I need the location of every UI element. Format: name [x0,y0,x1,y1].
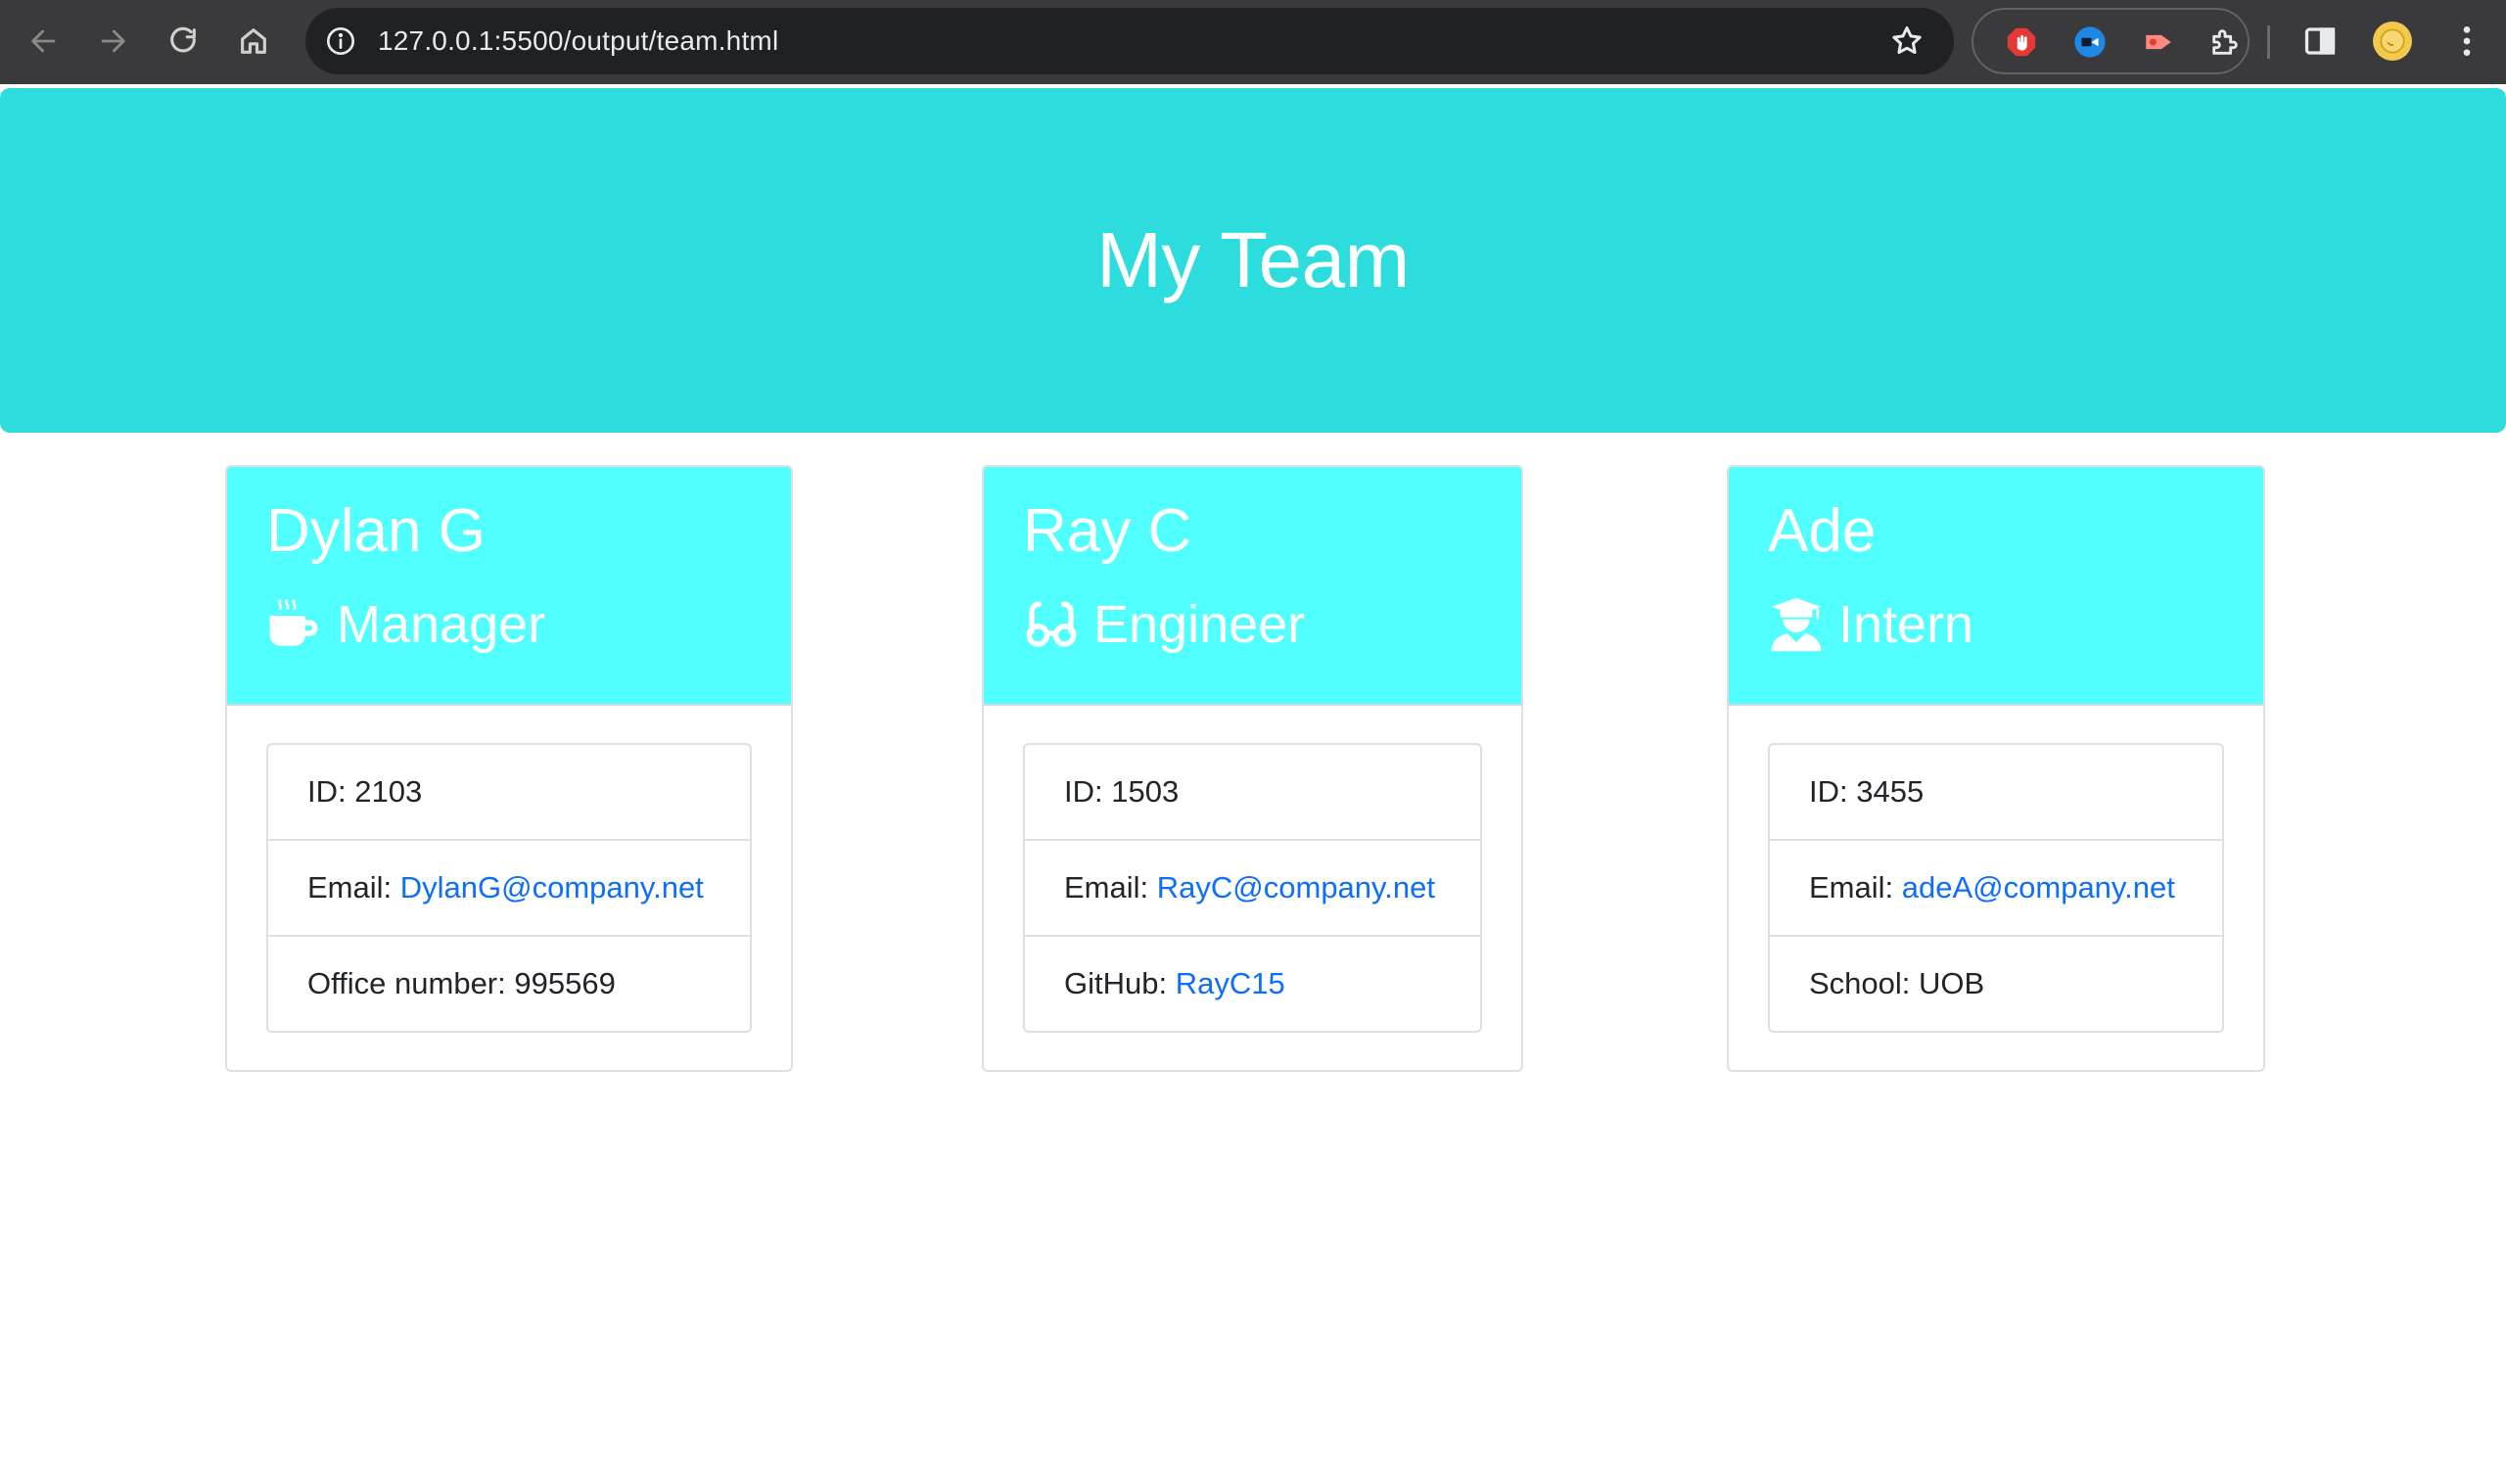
employee-name: Ade [1768,497,1877,565]
employee-card-intern: Ade Intern ID: 3455 Email: adeA@company.… [1727,465,2265,1072]
employee-role: Manager [266,590,545,659]
list-item-github: GitHub: RayC15 [1025,937,1480,1031]
employee-name: Dylan G [266,497,486,565]
reload-button[interactable] [160,18,207,65]
id-value: 3455 [1856,774,1925,809]
arrow-right-icon [101,29,125,53]
kebab-menu-icon[interactable] [2447,22,2486,61]
id-value: 2103 [354,774,423,809]
puzzle-icon[interactable] [2208,25,2242,59]
employee-name: Ray C [1023,497,1192,565]
id-label: ID: [1064,774,1103,809]
browser-toolbar: 127.0.0.1:5500/output/team.html [0,0,2506,84]
list-item-id: ID: 2103 [268,745,750,841]
id-value: 1503 [1111,774,1180,809]
id-label: ID: [307,774,347,809]
team-header: My Team [0,88,2506,433]
list-item-email: Email: adeA@company.net [1770,841,2222,937]
toolbar-divider [2267,25,2270,59]
list-item-email: Email: RayC@company.net [1025,841,1480,937]
employee-role: Intern [1768,590,1973,659]
list-item-id: ID: 1503 [1025,745,1480,841]
details-list: ID: 3455 Email: adeA@company.net School:… [1768,743,2224,1033]
school-value: UOB [1919,966,1985,1000]
extensions-group [1972,8,2250,74]
id-label: ID: [1809,774,1848,809]
home-icon [241,28,266,54]
profile-avatar[interactable] [2373,22,2412,61]
email-link[interactable]: RayC@company.net [1157,870,1435,904]
office-number-value: 995569 [514,966,616,1000]
github-link[interactable]: RayC15 [1176,966,1285,1000]
back-button[interactable] [21,18,68,65]
list-item-school: School: UOB [1770,937,2222,1031]
forward-button[interactable] [89,18,136,65]
github-label: GitHub: [1064,966,1168,1000]
list-item-email: Email: DylanG@company.net [268,841,750,937]
card-header: Ray C Engineer [984,467,1521,706]
role-label: Manager [337,595,546,654]
list-item-office-number: Office number: 995569 [268,937,750,1031]
office-number-label: Office number: [307,966,506,1000]
email-label: Email: [1809,870,1894,904]
details-list: ID: 2103 Email: DylanG@company.net Offic… [266,743,752,1033]
video-icon[interactable] [2073,25,2107,59]
address-bar[interactable]: 127.0.0.1:5500/output/team.html [305,8,1954,74]
email-link[interactable]: adeA@company.net [1902,870,2175,904]
role-label: Intern [1838,595,1974,654]
role-label: Engineer [1093,595,1306,654]
employee-role: Engineer [1023,590,1305,659]
adblock-icon[interactable] [2005,25,2038,59]
coffee-mug-icon [269,599,318,646]
avatar-icon [2380,28,2405,54]
url-text: 127.0.0.1:5500/output/team.html [378,25,779,56]
card-header: Dylan G Manager [227,467,791,706]
cast-icon[interactable] [2142,25,2175,59]
email-label: Email: [307,870,393,904]
card-header: Ade Intern [1729,467,2263,706]
employee-card-engineer: Ray C Engineer ID: 1503 Email: RayC@comp… [982,465,1523,1072]
employee-card-manager: Dylan G Manager ID: 2103 Email: DylanG@c… [225,465,793,1072]
arrow-left-icon [31,29,56,53]
graduate-icon [1771,597,1822,652]
star-icon[interactable] [1889,23,1925,59]
list-item-id: ID: 3455 [1770,745,2222,841]
side-panel-icon[interactable] [2302,23,2338,59]
reload-icon [170,26,196,53]
page-title: My Team [1096,216,1410,303]
details-list: ID: 1503 Email: RayC@company.net GitHub:… [1023,743,1482,1033]
info-icon[interactable] [325,25,356,57]
glasses-icon [1026,601,1077,647]
home-button[interactable] [230,18,277,65]
email-link[interactable]: DylanG@company.net [400,870,704,904]
school-label: School: [1809,966,1911,1000]
email-label: Email: [1064,870,1149,904]
